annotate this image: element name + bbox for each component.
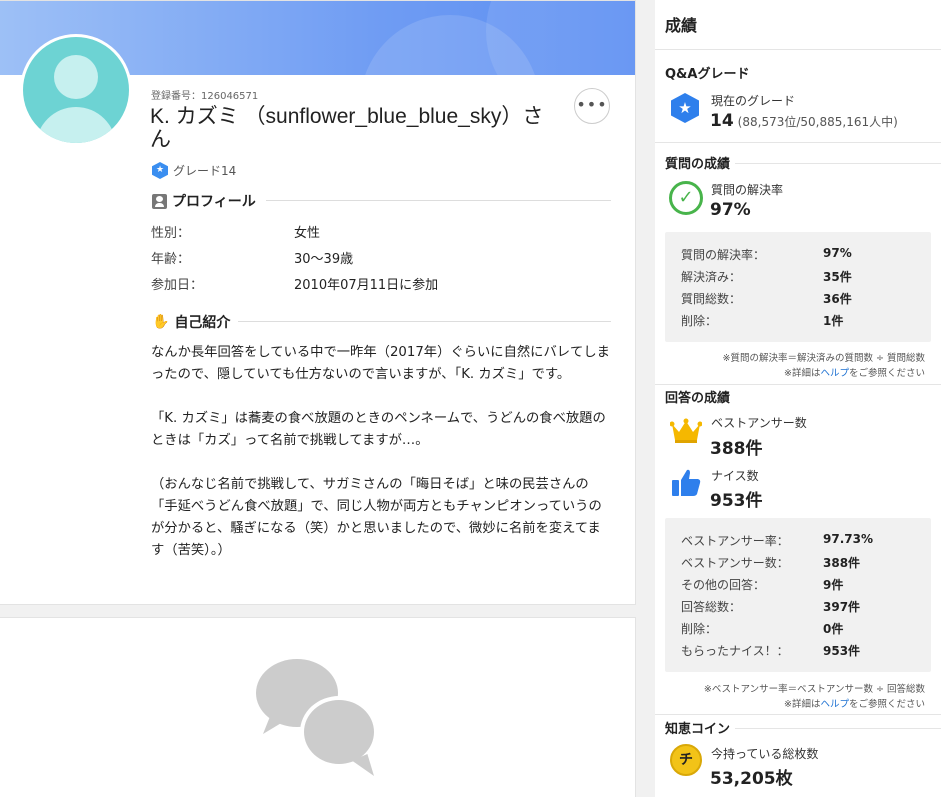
grade-rank: (88,573位/50,885,161人中)	[737, 115, 898, 129]
join-date-label: 参加日：	[151, 278, 204, 293]
question-stats-heading: 質問の成績	[665, 157, 731, 172]
resolution-rate-label: 質問の解決率	[711, 183, 784, 197]
sidebar-title: 成績	[665, 16, 698, 35]
stat-value: 97.73%	[823, 532, 873, 546]
user-name: K. カズミ （sunflower_blue_blue_sky）さん	[150, 105, 544, 151]
age-label: 年齢：	[151, 252, 191, 267]
answer-stats-heading: 回答の成績	[665, 391, 731, 406]
stat-label: 削除：	[681, 314, 718, 328]
coins-label: 今持っている総枚数	[711, 747, 819, 761]
current-grade-label: 現在のグレード	[711, 94, 796, 108]
stat-label: 回答総数：	[681, 600, 742, 614]
self-introduction-text: なんか長年回答をしている中で一昨年（2017年）ぐらいに自然にバレてしまったので…	[151, 345, 610, 558]
answer-stats-box: ベストアンサー率： 97.73% ベストアンサー数： 388件 その他の回答： …	[665, 518, 931, 672]
stat-label: 解決済み：	[681, 270, 742, 284]
stat-value: 397件	[823, 600, 861, 614]
grade-star-icon: ★	[671, 93, 699, 123]
divider	[735, 728, 941, 729]
divider	[266, 200, 611, 201]
stat-value: 36件	[823, 292, 852, 306]
grade-star-icon: ★	[152, 162, 168, 179]
coins-value: 53,205枚	[710, 769, 793, 789]
profile-heading-label: プロフィール	[172, 194, 256, 210]
question-rate-note: ※質問の解決率＝解決済みの質問数 ÷ 質問総数	[722, 353, 925, 364]
help-note: ※詳細はヘルプをご参照ください	[784, 699, 925, 710]
stat-label: 削除：	[681, 622, 718, 636]
stat-label: ベストアンサー率：	[681, 534, 789, 548]
check-circle-icon: ✓	[669, 181, 703, 215]
waving-hand-icon: ✋	[152, 314, 170, 330]
crown-icon	[670, 418, 702, 443]
coins-heading: 知恵コイン	[665, 722, 731, 737]
divider	[655, 384, 941, 385]
best-answer-value: 388件	[710, 439, 763, 459]
current-grade-value: 14 (88,573位/50,885,161人中)	[710, 111, 898, 131]
divider	[655, 49, 941, 50]
stat-label: その他の回答：	[681, 578, 766, 592]
help-link[interactable]: ヘルプ	[820, 699, 849, 710]
help-note: ※詳細はヘルプをご参照ください	[784, 368, 925, 379]
best-answer-label: ベストアンサー数	[711, 416, 807, 430]
stat-label: 質問総数：	[681, 292, 742, 306]
age-value: 30〜39歳	[294, 252, 354, 267]
divider	[655, 714, 941, 715]
stat-value: 953件	[823, 644, 861, 658]
stat-label: 質問の解決率：	[681, 248, 766, 262]
best-answer-rate-note: ※ベストアンサー率＝ベストアンサー数 ÷ 回答総数	[703, 684, 925, 695]
resolution-rate-value: 97%	[710, 200, 751, 220]
default-user-icon	[23, 37, 129, 143]
stat-value: 35件	[823, 270, 852, 284]
intro-section-heading: ✋ 自己紹介	[152, 312, 230, 332]
grade-label: グレード14	[173, 164, 237, 178]
empty-state-card	[0, 617, 636, 797]
question-stats-box: 質問の解決率： 97% 解決済み： 35件 質問総数： 36件 削除： 1件	[665, 232, 931, 342]
stat-value: 97%	[823, 246, 852, 260]
profile-card-icon	[152, 193, 167, 209]
nice-count-value: 953件	[710, 491, 763, 511]
coin-icon: チ	[670, 744, 702, 776]
stat-label: ベストアンサー数：	[681, 556, 789, 570]
gender-label: 性別：	[151, 226, 191, 241]
divider	[655, 142, 941, 143]
stat-label: もらったナイス！：	[681, 644, 789, 658]
registration-number: 登録番号：126046571	[151, 91, 259, 102]
profile-section-heading: プロフィール	[152, 191, 256, 211]
divider	[735, 163, 941, 164]
stat-value: 9件	[823, 578, 844, 592]
gender-value: 女性	[294, 226, 321, 241]
stat-value: 388件	[823, 556, 861, 570]
more-options-button[interactable]: •••	[574, 88, 610, 124]
intro-heading-label: 自己紹介	[174, 315, 231, 331]
nice-count-label: ナイス数	[711, 469, 759, 483]
thumbs-up-icon	[672, 469, 701, 496]
help-link[interactable]: ヘルプ	[820, 368, 849, 379]
divider	[238, 321, 611, 322]
grade-badge[interactable]: ★ グレード14	[152, 162, 236, 179]
qa-grade-heading: Q&Aグレード	[665, 67, 750, 82]
join-date-value: 2010年07月11日に参加	[294, 278, 439, 293]
stat-value: 1件	[823, 314, 844, 328]
profile-card: 登録番号：126046571 K. カズミ （sunflower_blue_bl…	[0, 0, 636, 605]
achievements-sidebar: 成績 Q&Aグレード ★ 現在のグレード 14 (88,573位/50,885,1…	[655, 0, 941, 797]
avatar[interactable]	[20, 34, 132, 146]
stat-value: 0件	[823, 622, 844, 636]
